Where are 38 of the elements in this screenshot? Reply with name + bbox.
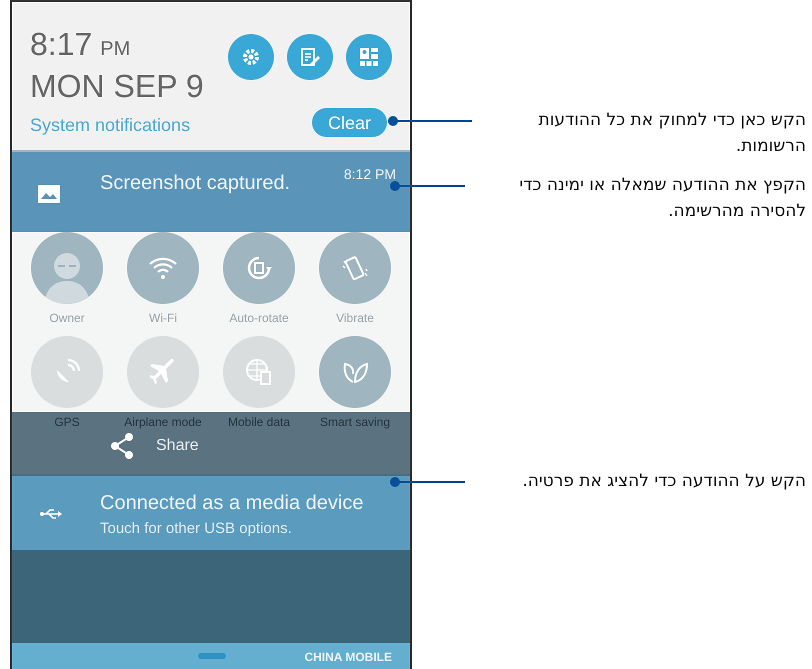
quick-setting-label: Mobile data: [228, 414, 290, 430]
edit-button[interactable]: [287, 34, 333, 80]
quick-setting-label: Smart saving: [320, 414, 390, 430]
notification-time: 8:12 PM: [344, 165, 396, 184]
quick-setting-label: Auto-rotate: [229, 310, 289, 326]
note-edit-icon: [299, 46, 321, 68]
quick-setting-label: Vibrate: [336, 310, 374, 326]
notification-title: Screenshot captured.: [100, 171, 290, 196]
drag-handle[interactable]: [198, 653, 226, 659]
clear-button[interactable]: Clear: [312, 108, 388, 137]
quick-setting-label: Wi-Fi: [149, 310, 177, 326]
date-label: MON SEP 9: [30, 70, 204, 102]
share-label: Share: [156, 436, 199, 456]
quick-setting-label: GPS: [54, 414, 80, 430]
globe-phone-icon: [245, 358, 273, 386]
settings-button[interactable]: [228, 34, 274, 80]
image-icon: [38, 185, 60, 203]
callout-text: הקפץ את ההודעה שמאלה או ימינה כדי להסירה מהרשימה.: [518, 174, 806, 223]
settings-icon: [241, 47, 261, 67]
usb-notification[interactable]: Connected as a media device Touch for other USB options.: [12, 474, 410, 550]
apps-button[interactable]: [346, 34, 392, 80]
clock-period: PM: [100, 39, 130, 59]
callout-text: הקש כאן כדי למחוק את כל ההודעות הרשומות.: [538, 109, 806, 158]
section-label: System notifications: [30, 114, 190, 136]
quick-setting-label: Airplane mode: [124, 414, 202, 430]
rotate-icon: [245, 254, 273, 282]
contact-grid-icon: [359, 47, 379, 67]
usb-icon: [40, 508, 62, 520]
wifi-icon: [148, 256, 178, 280]
clock-time: 8:17: [30, 28, 92, 60]
notification-title: Connected as a media device: [100, 491, 364, 516]
screenshot-notification[interactable]: Screenshot captured. 8:12 PM: [12, 150, 410, 232]
callout-text: הקש על ההודעה כדי להציג את פרטיה.: [521, 470, 806, 493]
carrier-label: CHINA MOBILE: [304, 649, 392, 666]
airplane-icon: [150, 359, 176, 385]
quick-setting-label: Owner: [49, 310, 85, 326]
share-icon: [108, 432, 136, 460]
notification-subtitle: Touch for other USB options.: [100, 519, 292, 539]
